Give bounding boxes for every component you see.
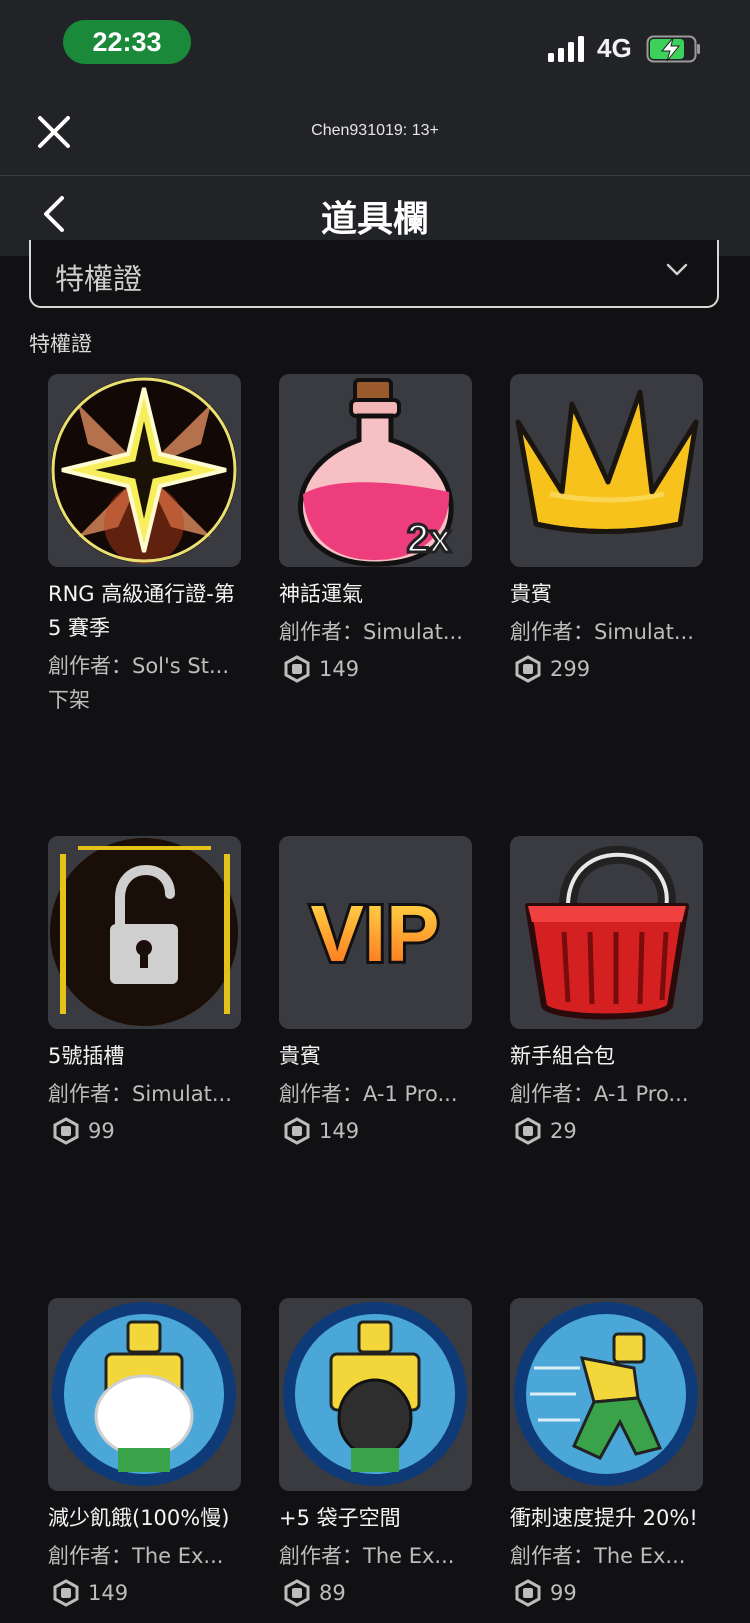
padlock-icon (50, 838, 238, 1026)
item-thumbnail: 2x (279, 374, 472, 567)
item-creator[interactable]: 創作者：The Ex... (48, 1539, 248, 1573)
item-card[interactable]: 2x 神話運氣 創作者：Simulat... 149 (279, 374, 479, 687)
item-name: 減少飢餓(100%慢) (48, 1506, 230, 1530)
network-type: 4G (597, 33, 632, 63)
item-thumbnail (48, 374, 241, 567)
bag-avatar-icon (283, 1302, 467, 1486)
section-heading: 特權證 (29, 332, 92, 356)
robux-icon (284, 1117, 310, 1145)
price-value: 29 (550, 1119, 577, 1143)
item-thumbnail: VIP (279, 836, 472, 1029)
item-name: +5 袋子空間 (279, 1506, 401, 1530)
svg-text:2x: 2x (407, 517, 452, 561)
item-card[interactable]: 5號插槽 創作者：Simulat... 99 (48, 836, 248, 1149)
basket-icon (525, 845, 689, 1020)
item-name: 神話運氣 (279, 582, 363, 606)
item-creator[interactable]: 創作者：A-1 Pro... (279, 1077, 479, 1111)
chevron-down-icon (666, 263, 688, 276)
robux-icon (515, 655, 541, 683)
item-creator[interactable]: 創作者：A-1 Pro... (510, 1077, 710, 1111)
price-value: 149 (319, 657, 360, 681)
account-label: Chen931019: 13+ (311, 122, 439, 139)
running-avatar-icon (514, 1302, 698, 1486)
item-thumbnail (48, 1298, 241, 1491)
crown-icon (515, 389, 699, 534)
signal-icon (548, 36, 584, 62)
item-card[interactable]: +5 袋子空間 創作者：The Ex... 89 (279, 1298, 479, 1611)
item-card[interactable]: RNG 高級通行證-第 5 賽季 創作者：Sol's St... 下架 (48, 374, 248, 717)
item-thumbnail (279, 1298, 472, 1491)
page-title: 道具欄 (320, 199, 429, 240)
top-nav: Chen931019: 13+ (0, 100, 750, 176)
item-thumbnail (510, 374, 703, 567)
price-value: 89 (319, 1581, 346, 1605)
item-price: 99 (510, 1575, 710, 1611)
robux-icon (53, 1117, 79, 1145)
item-card[interactable]: 衝刺速度提升 20%! 創作者：The Ex... 99 (510, 1298, 710, 1611)
item-name: 貴賓 (279, 1044, 321, 1068)
item-creator[interactable]: 創作者：Simulat... (510, 615, 710, 649)
item-thumbnail (510, 836, 703, 1029)
item-price: 299 (510, 651, 710, 687)
status-time: 22:33 (63, 20, 191, 64)
item-price: 149 (279, 651, 479, 687)
item-price: 149 (48, 1575, 248, 1611)
item-name: 5號插槽 (48, 1044, 125, 1068)
star-badge-icon (51, 377, 237, 564)
robux-icon (284, 1579, 310, 1607)
robux-icon (284, 655, 310, 683)
item-thumbnail (48, 836, 241, 1029)
price-value: 149 (88, 1581, 129, 1605)
item-name: 貴賓 (510, 582, 552, 606)
item-status: 下架 (48, 688, 90, 712)
category-dropdown[interactable]: 特權證 (29, 240, 719, 308)
robux-icon (515, 1117, 541, 1145)
item-name: 新手組合包 (510, 1044, 615, 1068)
battery-charging-icon (646, 35, 700, 63)
item-card[interactable]: 新手組合包 創作者：A-1 Pro... 29 (510, 836, 710, 1149)
item-thumbnail (510, 1298, 703, 1491)
item-creator[interactable]: 創作者：The Ex... (279, 1539, 479, 1573)
item-card[interactable]: VIP 貴賓 創作者：A-1 Pro... 149 (279, 836, 479, 1149)
robux-icon (515, 1579, 541, 1607)
item-name: 衝刺速度提升 20%! (510, 1506, 698, 1530)
price-value: 149 (319, 1119, 360, 1143)
price-value: 299 (550, 657, 591, 681)
item-name: RNG 高級通行證-第 5 賽季 (48, 582, 235, 640)
item-card[interactable]: 減少飢餓(100%慢) 創作者：The Ex... 149 (48, 1298, 248, 1611)
item-creator[interactable]: 創作者：The Ex... (510, 1539, 710, 1573)
item-price: 99 (48, 1113, 248, 1149)
item-card[interactable]: 貴賓 創作者：Simulat... 299 (510, 374, 710, 687)
dropdown-selected: 特權證 (55, 262, 143, 296)
item-price: 149 (279, 1113, 479, 1149)
item-price: 89 (279, 1575, 479, 1611)
svg-text:VIP: VIP (311, 889, 440, 978)
plate-avatar-icon (52, 1302, 236, 1486)
item-price: 29 (510, 1113, 710, 1149)
status-bar: 22:33 4G (0, 0, 750, 100)
vip-text-icon: VIP (308, 886, 443, 981)
price-value: 99 (550, 1581, 577, 1605)
item-creator[interactable]: 創作者：Simulat... (279, 615, 479, 649)
potion-2x-icon: 2x (298, 378, 454, 567)
robux-icon (53, 1579, 79, 1607)
item-creator[interactable]: 創作者：Simulat... (48, 1077, 248, 1111)
item-creator[interactable]: 創作者：Sol's St... (48, 649, 248, 683)
price-value: 99 (88, 1119, 115, 1143)
